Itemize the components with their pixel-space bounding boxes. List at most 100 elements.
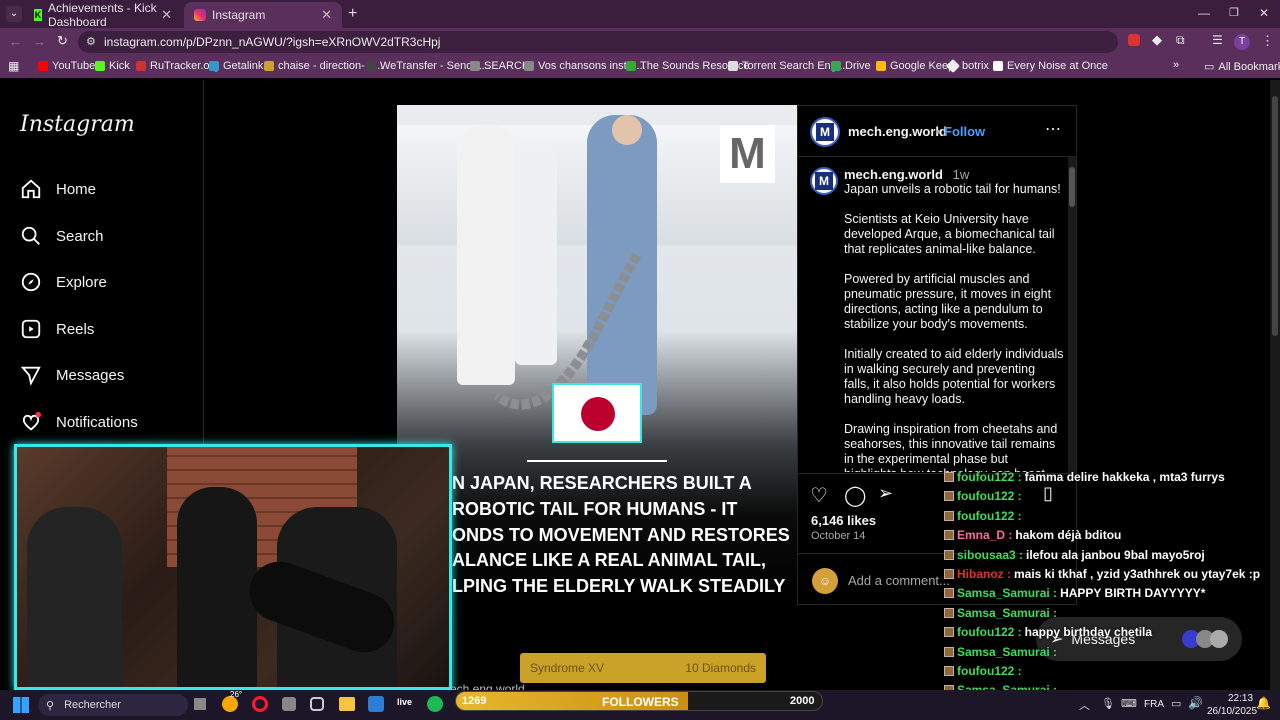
- taskbar-search[interactable]: ⚲ Rechercher: [38, 694, 188, 716]
- apps-grid-icon[interactable]: ▦: [8, 59, 19, 73]
- chat-badge-icon: [944, 607, 954, 618]
- bookmark-youtube[interactable]: YouTube: [38, 60, 95, 72]
- windows-start-icon[interactable]: [13, 697, 29, 713]
- file-explorer-icon[interactable]: [339, 697, 355, 711]
- more-options-icon[interactable]: ⋯: [1045, 119, 1061, 139]
- chat-message: Emna_D : hakom déjà bditou: [944, 528, 1121, 542]
- chat-text: happy birthday chetila: [1024, 625, 1153, 640]
- follow-button[interactable]: Follow: [944, 124, 985, 139]
- reading-list-icon[interactable]: ☰: [1212, 33, 1223, 47]
- volume-icon[interactable]: 🔊: [1188, 696, 1203, 710]
- tray-chevron-icon[interactable]: ︿: [1079, 697, 1090, 713]
- chat-message: Samsa_Samurai : HAPPY BIRTH DAYYYYY*: [944, 586, 1205, 600]
- bookmark-kick[interactable]: Kick: [95, 60, 130, 72]
- bookmark-getalink[interactable]: Getalink: [209, 60, 263, 72]
- comment-input[interactable]: Add a comment...: [848, 573, 950, 588]
- tab-kick-dashboard[interactable]: K Achievements - Kick Dashboard ✕: [24, 1, 182, 29]
- microphone-icon[interactable]: 🎙: [1101, 697, 1115, 710]
- share-send-icon[interactable]: ➢: [878, 483, 893, 504]
- close-window-button[interactable]: ✕: [1259, 6, 1269, 20]
- nav-messages[interactable]: Messages: [20, 364, 124, 386]
- bookmark-botrix[interactable]: botrix: [945, 58, 989, 74]
- network-icon[interactable]: ▭: [1171, 697, 1181, 710]
- tab-search-icon[interactable]: ⌄: [6, 6, 22, 22]
- tab-instagram[interactable]: Instagram ✕: [184, 2, 342, 28]
- caption-account[interactable]: mech.eng.world: [844, 167, 943, 182]
- bookmark-search[interactable]: SEARCH: [470, 60, 530, 72]
- headline-line: ALANCE LIKE A REAL ANIMAL TAIL,: [452, 550, 766, 571]
- spotify-icon[interactable]: [427, 696, 443, 712]
- headline-line: ROBOTIC TAIL FOR HUMANS - IT: [452, 498, 738, 519]
- account-name[interactable]: mech.eng.world: [848, 124, 947, 139]
- kick-icon: [95, 61, 105, 71]
- likes-count[interactable]: 6,146 likes: [811, 513, 876, 528]
- address-bar[interactable]: ⚙ instagram.com/p/DPznn_nAGWU/?igsh=eXRn…: [78, 31, 1118, 53]
- back-arrow-icon[interactable]: ←: [9, 34, 22, 49]
- extension-icon[interactable]: [1128, 34, 1140, 46]
- chat-message: foufou122 :: [944, 489, 1025, 503]
- bookmark-every-noise[interactable]: Every Noise at Once: [993, 60, 1108, 72]
- keyboard-icon[interactable]: ⌨: [1121, 697, 1137, 710]
- page-scrollbar[interactable]: [1270, 80, 1280, 690]
- chat-text: mais ki tkhaf , yzid y3athhrek ou ytay7e…: [1014, 567, 1261, 581]
- goal-current: 1269: [462, 695, 487, 707]
- keep-icon: [876, 61, 886, 71]
- like-heart-icon[interactable]: ♡: [810, 483, 828, 508]
- bookmark-drive[interactable]: Drive: [831, 60, 871, 72]
- nav-label: Reels: [56, 320, 95, 338]
- chat-username: foufou122 :: [957, 470, 1022, 484]
- forward-arrow-icon[interactable]: →: [33, 34, 46, 49]
- nav-notifications[interactable]: Notifications: [20, 411, 138, 433]
- search-icon: [21, 226, 40, 245]
- chat-username: foufou122 :: [957, 625, 1022, 640]
- bookmark-google-keep[interactable]: Google Keep: [876, 60, 954, 72]
- reels-icon: [21, 319, 41, 339]
- emoji-icon[interactable]: ☺: [812, 568, 838, 594]
- scrollbar-thumb[interactable]: [1272, 96, 1278, 336]
- opera-icon[interactable]: [252, 696, 268, 712]
- all-bookmarks-folder[interactable]: ▭All Bookmarks: [1204, 60, 1280, 74]
- nav-reels[interactable]: Reels: [20, 318, 94, 340]
- puzzle-icon[interactable]: ⧉: [1176, 33, 1185, 48]
- minimize-button[interactable]: —: [1198, 6, 1210, 20]
- close-icon[interactable]: ✕: [321, 7, 332, 23]
- nav-home[interactable]: Home: [20, 178, 96, 200]
- caption-scrollbar[interactable]: [1068, 157, 1076, 473]
- instagram-logo[interactable]: Instagram: [20, 112, 135, 137]
- app-icon[interactable]: [282, 697, 296, 711]
- chat-badge-icon: [944, 530, 954, 541]
- weather-temp: 26°: [230, 690, 243, 699]
- notification-bell-icon[interactable]: 🔔: [1256, 696, 1271, 710]
- caption-paragraph: Japan unveils a robotic tail for humans!: [844, 182, 1061, 196]
- profile-avatar[interactable]: T: [1234, 34, 1250, 50]
- send-icon: [20, 366, 41, 386]
- nav-search[interactable]: Search: [20, 225, 104, 247]
- more-bookmarks-chevron-icon[interactable]: »: [1173, 59, 1179, 71]
- nav-label: Messages: [56, 366, 125, 384]
- clock-date[interactable]: 26/10/2025: [1207, 706, 1257, 717]
- reload-icon[interactable]: ↻: [57, 33, 68, 49]
- chat-message: foufou122 :: [944, 664, 1025, 678]
- clock-time[interactable]: 22:13: [1228, 693, 1253, 704]
- chat-badge-icon: [944, 666, 954, 676]
- live-icon[interactable]: live: [397, 697, 412, 707]
- new-tab-button[interactable]: +: [348, 5, 357, 23]
- compass-icon: [21, 272, 41, 292]
- task-view-icon[interactable]: [194, 698, 206, 710]
- maximize-button[interactable]: ❐: [1229, 6, 1239, 19]
- botrix-icon: [945, 58, 961, 74]
- caption-avatar[interactable]: M: [810, 167, 838, 195]
- comment-bubble-icon[interactable]: ◯: [844, 483, 866, 508]
- app-icon[interactable]: [310, 697, 324, 711]
- bookmark-rutracker[interactable]: RuTracker.org: [136, 60, 219, 72]
- post-image[interactable]: M N JAPAN, RESEARCHERS BUILT A ROBOTIC T…: [397, 105, 797, 605]
- language-indicator[interactable]: FRA: [1144, 699, 1164, 710]
- extension-diamond-icon[interactable]: ◆: [1152, 32, 1162, 48]
- account-avatar[interactable]: M: [810, 117, 840, 147]
- close-icon[interactable]: ✕: [161, 7, 172, 23]
- site-info-icon[interactable]: ⚙: [86, 35, 96, 48]
- menu-icon[interactable]: ⋮: [1261, 33, 1274, 49]
- nav-explore[interactable]: Explore: [20, 271, 107, 293]
- app-icon[interactable]: [368, 696, 384, 712]
- divider: [798, 156, 1077, 157]
